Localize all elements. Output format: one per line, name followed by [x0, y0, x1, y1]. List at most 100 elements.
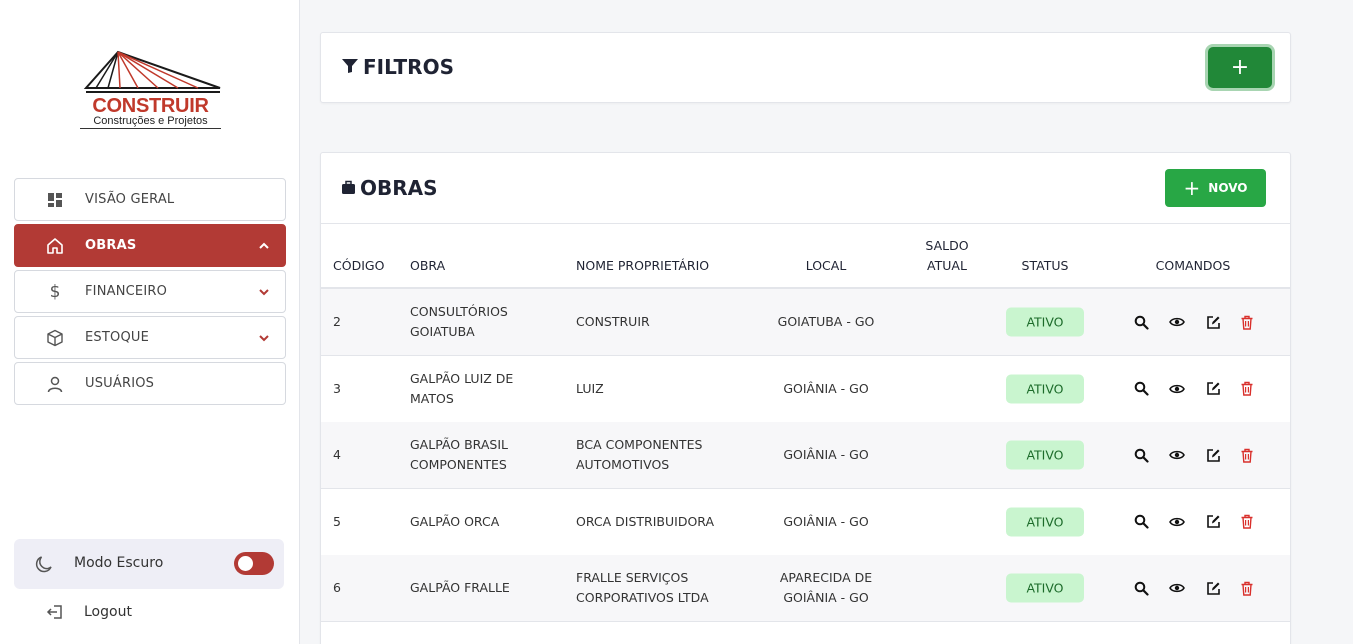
eye-icon [1169, 447, 1185, 463]
chevron-down-icon[interactable] [257, 284, 271, 298]
table-row[interactable]: 3 GALPÃO LUIZ DE MATOS LUIZ GOIÂNIA - GO ATIV… [321, 356, 1290, 423]
trash-icon [1240, 448, 1254, 463]
cell-line: FRALLE SERVIÇOS [576, 570, 689, 585]
view-button[interactable] [1169, 314, 1185, 330]
column-header-status[interactable]: STATUS [1005, 258, 1085, 273]
search-button[interactable] [1133, 381, 1149, 397]
cell-line: GOIATUBA - GO [777, 314, 875, 329]
cell-proprietario: CONSTRUIR [576, 312, 650, 332]
status-badge: ATIVO [1006, 507, 1084, 536]
cell-codigo: 3 [333, 380, 341, 396]
status-badge: ATIVO [1006, 573, 1084, 603]
edit-button[interactable] [1205, 580, 1221, 596]
cell-line: GALPÃO ORCA [410, 513, 500, 529]
cell-codigo: 2 [333, 314, 341, 329]
trash-icon [1240, 315, 1254, 330]
table-row[interactable]: 4 GALPÃO BRASIL COMPONENTES BCA COMPONENTES… [321, 422, 1290, 489]
view-button[interactable] [1169, 447, 1185, 463]
sidebar-item-visao-geral[interactable]: VISÃO GERAL [14, 178, 286, 221]
toggle-knob [238, 556, 253, 571]
expand-filters-button[interactable]: + [1208, 47, 1272, 88]
sidebar-item-label: USUÁRIOS [85, 376, 155, 391]
cell-proprietario: BCA COMPONENTES AUTOMOTIVOS [576, 435, 702, 475]
new-obra-button[interactable]: + NOVO [1165, 169, 1266, 207]
cell-obra: GALPÃO ORCA [410, 512, 499, 532]
search-button[interactable] [1133, 314, 1149, 330]
cell-codigo: 5 [333, 513, 341, 529]
logout-button[interactable]: Logout [14, 598, 284, 628]
sidebar-item-financeiro[interactable]: $ FINANCEIRO [14, 270, 286, 313]
roof-logo-icon [83, 50, 221, 93]
status-badge: ATIVO [1006, 374, 1084, 403]
cell-line: GALPÃO LUIZ DE [410, 370, 514, 386]
cell-line: APARECIDA DE [779, 570, 873, 585]
sidebar-item-estoque[interactable]: ESTOQUE [14, 316, 286, 359]
search-button[interactable] [1133, 447, 1149, 463]
cell-line: GOIÂNIA - GO [783, 447, 869, 462]
column-header-saldo-line2[interactable]: ATUAL [907, 258, 987, 273]
cell-line: BCA COMPONENTES [576, 437, 703, 452]
column-header-obra[interactable]: OBRA [410, 258, 445, 273]
search-icon [1134, 514, 1149, 529]
view-button[interactable] [1169, 580, 1185, 596]
edit-button[interactable] [1205, 447, 1221, 463]
moon-icon [34, 554, 54, 574]
delete-button[interactable] [1239, 514, 1255, 530]
table-row[interactable]: 5 GALPÃO ORCA ORCA DISTRIBUIDORA GOIÂNIA - … [321, 489, 1290, 556]
delete-button[interactable] [1239, 447, 1255, 463]
search-button[interactable] [1133, 514, 1149, 530]
eye-icon [1169, 514, 1185, 530]
brand-logo: CONSTRUIR Construções e Projetos [78, 50, 223, 138]
search-icon [1134, 315, 1149, 330]
sidebar-item-label: OBRAS [85, 238, 137, 253]
search-icon [1134, 448, 1149, 463]
sidebar-nav: VISÃO GERAL OBRAS $ FINANCEIRO ESTOQUE U… [14, 178, 286, 408]
filters-card: FILTROS + [320, 32, 1291, 103]
table-header: CÓDIGO OBRA NOME PROPRIETÁRIO LOCAL SALD… [321, 223, 1290, 289]
delete-button[interactable] [1239, 381, 1255, 397]
edit-icon [1206, 581, 1221, 596]
cell-codigo: 4 [333, 447, 341, 462]
delete-button[interactable] [1239, 314, 1255, 330]
cell-codigo: 6 [333, 580, 341, 595]
sidebar-item-obras[interactable]: OBRAS [14, 224, 286, 267]
table-row[interactable]: 2 CONSULTÓRIOS GOIATUBA CONSTRUIR GOIATUBA -… [321, 289, 1290, 356]
column-header-codigo[interactable]: CÓDIGO [333, 258, 384, 273]
view-button[interactable] [1169, 381, 1185, 397]
delete-button[interactable] [1239, 580, 1255, 596]
filters-title[interactable]: FILTROS [341, 55, 454, 79]
cell-obra: CONSULTÓRIOS GOIATUBA [410, 302, 508, 342]
filter-icon [341, 55, 359, 79]
edit-button[interactable] [1205, 314, 1221, 330]
cell-line: LUIZ [576, 380, 604, 396]
column-header-local[interactable]: LOCAL [776, 258, 876, 273]
search-button[interactable] [1133, 580, 1149, 596]
table-row[interactable]: 6 GALPÃO FRALLE FRALLE SERVIÇOS CORPORATIVO… [321, 555, 1290, 622]
edit-icon [1206, 448, 1221, 463]
status-badge: ATIVO [1006, 307, 1084, 337]
edit-icon [1206, 315, 1221, 330]
cell-line: CONSULTÓRIOS [410, 304, 508, 319]
cell-line: CORPORATIVOS LTDA [576, 590, 709, 605]
column-header-proprietario[interactable]: NOME PROPRIETÁRIO [576, 258, 709, 273]
obras-title-text: OBRAS [360, 176, 438, 200]
cell-local: GOIATUBA - GO [761, 312, 891, 332]
cell-line: GOIATUBA [410, 324, 475, 339]
column-header-saldo-line1[interactable]: SALDO [907, 238, 987, 253]
cell-obra: GALPÃO LUIZ DE MATOS [410, 369, 513, 409]
edit-icon [1206, 514, 1221, 529]
dark-mode-toggle[interactable] [234, 552, 274, 575]
briefcase-icon [341, 176, 356, 200]
edit-button[interactable] [1205, 381, 1221, 397]
cell-proprietario: ORCA DISTRIBUIDORA [576, 512, 714, 532]
edit-button[interactable] [1205, 514, 1221, 530]
chevron-down-icon[interactable] [257, 330, 271, 344]
cell-local: APARECIDA DE GOIÂNIA - GO [761, 568, 891, 608]
sidebar-item-usuarios[interactable]: USUÁRIOS [14, 362, 286, 405]
chevron-up-icon[interactable] [257, 238, 271, 252]
view-button[interactable] [1169, 514, 1185, 530]
column-header-comandos: COMANDOS [1155, 258, 1231, 273]
dollar-icon: $ [49, 282, 61, 302]
cell-proprietario: FRALLE SERVIÇOS CORPORATIVOS LTDA [576, 568, 709, 608]
eye-icon [1169, 314, 1185, 330]
